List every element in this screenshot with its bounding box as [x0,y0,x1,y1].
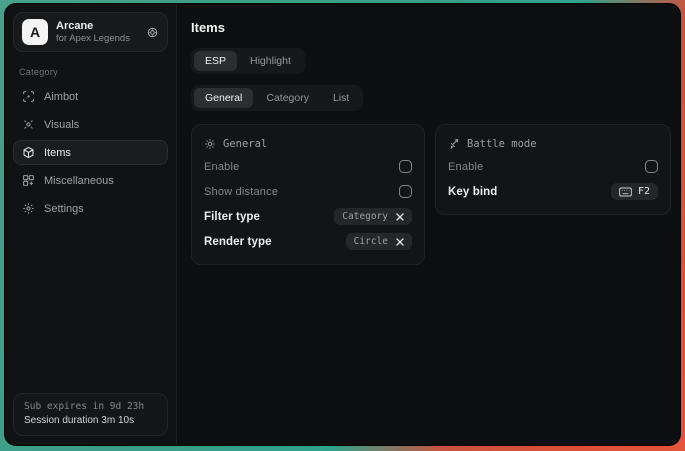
remove-icon[interactable] [396,238,404,246]
eye-scan-icon [22,118,35,131]
panel-battle-mode: Battle mode Enable Key bind [435,124,671,215]
panel-general-header: General [204,134,412,154]
subscription-card: Sub expires in 9d 23h Session duration 3… [13,393,168,436]
app-subtitle: for Apex Legends [56,33,138,45]
crosshair-icon [22,90,35,103]
panel-battle-header: Battle mode [448,134,658,154]
remove-icon[interactable] [396,213,404,221]
tab-general[interactable]: General [194,88,253,108]
sidebar-item-label: Aimbot [44,91,78,103]
setting-row-show-distance: Show distance [204,179,412,204]
setting-label: Enable [204,161,239,173]
sidebar-item-label: Miscellaneous [44,175,114,187]
show-distance-checkbox[interactable] [399,185,412,198]
sidebar-item-label: Visuals [44,119,79,131]
sun-icon [204,138,216,150]
setting-row-enable: Enable [448,154,658,179]
enable-checkbox[interactable] [399,160,412,173]
brand-card: A Arcane for Apex Legends [13,12,168,52]
sidebar-item-visuals[interactable]: Visuals [13,112,168,137]
sidebar-item-label: Items [44,147,71,159]
app-logo: A [22,19,48,45]
main-content: Items ESP Highlight General Category Lis… [177,4,681,445]
session-duration-text: Session duration 3m 10s [24,414,157,428]
keybind-button[interactable]: F2 [611,183,658,200]
panel-title: General [223,138,267,150]
battle-enable-checkbox[interactable] [645,160,658,173]
sword-icon [448,138,460,150]
panel-general: General Enable Show distance Filter type… [191,124,425,265]
setting-label: Show distance [204,186,278,198]
tab-esp[interactable]: ESP [194,51,237,71]
app-title: Arcane [56,20,138,33]
setting-label: Render type [204,236,272,248]
sub-expires-text: Sub expires in 9d 23h [24,400,157,414]
render-type-tag[interactable]: Circle [346,233,412,250]
sidebar-nav: Aimbot Visuals Items [13,84,168,221]
box-icon [22,146,35,159]
app-window: A Arcane for Apex Legends Category [4,3,681,446]
setting-row-enable: Enable [204,154,412,179]
sidebar-item-aimbot[interactable]: Aimbot [13,84,168,109]
setting-row-key-bind: Key bind F2 [448,179,658,204]
filter-type-tag[interactable]: Category [334,208,412,225]
panel-title: Battle mode [467,138,537,150]
tab-highlight[interactable]: Highlight [239,51,302,71]
setting-row-render-type: Render type Circle [204,229,412,254]
view-tab-group: General Category List [191,85,363,111]
gear-icon [22,202,35,215]
sidebar-item-settings[interactable]: Settings [13,196,168,221]
tag-value: Circle [354,236,388,247]
sidebar: A Arcane for Apex Legends Category [5,4,177,445]
keybind-value: F2 [638,186,650,197]
page-title: Items [191,20,671,35]
setting-label: Filter type [204,211,260,223]
keyboard-icon [619,187,632,197]
mode-tab-group: ESP Highlight [191,48,305,74]
brand-text: Arcane for Apex Legends [56,20,138,45]
setting-label: Enable [448,161,483,173]
tag-value: Category [342,211,388,222]
grid-icon [22,174,35,187]
category-label: Category [19,67,162,77]
tab-list[interactable]: List [322,88,360,108]
tab-category[interactable]: Category [255,88,320,108]
lifebuoy-icon[interactable] [146,26,159,39]
setting-row-filter-type: Filter type Category [204,204,412,229]
sidebar-item-miscellaneous[interactable]: Miscellaneous [13,168,168,193]
sidebar-item-label: Settings [44,203,84,215]
sidebar-item-items[interactable]: Items [13,140,168,165]
setting-label: Key bind [448,186,497,198]
